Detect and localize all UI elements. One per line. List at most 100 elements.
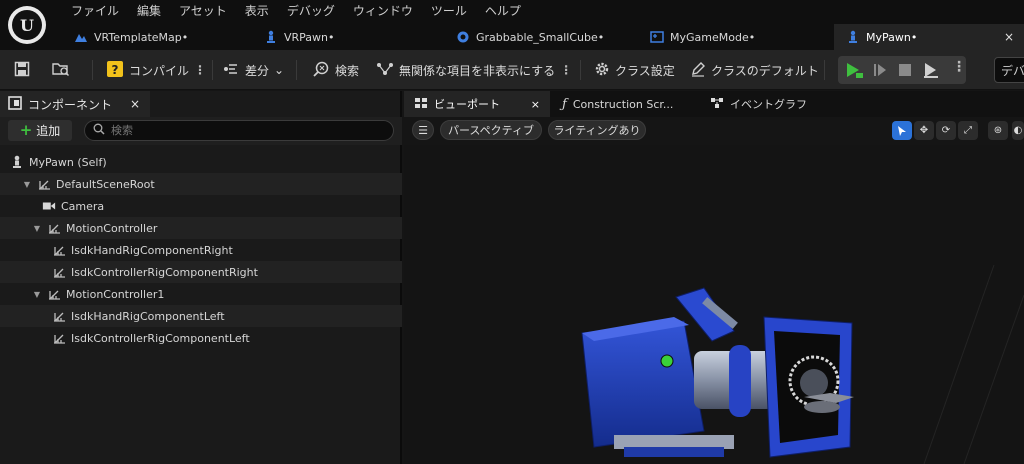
close-tab-icon[interactable]: × [531,98,540,111]
doc-tab-grabbable-smallcube[interactable]: Grabbable_SmallCube• [444,24,634,50]
tree-item-motioncontroller1[interactable]: ▼ MotionController1 [0,283,402,305]
tree-item-label: DefaultSceneRoot [56,177,155,191]
scene-component-icon [52,331,66,345]
scene-component-icon [37,177,51,191]
viewport-menu-button[interactable]: ☰ [412,120,434,140]
tree-item-defaultsceneroot[interactable]: ▼ DefaultSceneRoot [0,173,402,195]
surface-snap-icon[interactable]: ◐ [1012,121,1024,140]
menu-help[interactable]: ヘルプ [476,2,530,22]
scene-component-icon [47,287,61,301]
tree-item-isdkcontrollerrigright[interactable]: IsdkControllerRigComponentRight [0,261,402,283]
tree-item-label: IsdkControllerRigComponentLeft [71,331,250,345]
hide-unrelated-icon [376,61,394,80]
class-defaults-button[interactable]: クラスのデフォルト [690,58,819,82]
components-tab[interactable]: コンポーネント × [0,91,150,117]
rotate-icon[interactable]: ⟳ [936,121,956,140]
add-component-button[interactable]: + 追加 [8,120,72,141]
hide-unrelated-options-icon[interactable]: ⋮ [560,63,572,77]
scale-icon[interactable]: ⤢ [958,121,978,140]
tree-item-motioncontroller[interactable]: ▼ MotionController [0,217,402,239]
menu-window[interactable]: ウィンドウ [344,2,422,22]
components-search-input[interactable] [111,124,371,137]
components-panel: コンポーネント × + 追加 MyPawn (Self) ▼ DefaultSc… [0,91,402,464]
select-mode-icon[interactable] [892,121,912,140]
tab-viewport[interactable]: ビューポート × [404,91,550,117]
doc-tab-vrpawn[interactable]: VRPawn• [252,24,442,50]
find-button[interactable]: 検索 [312,58,359,82]
play-controls: ⋮ [838,56,966,84]
hamburger-menu-icon: ☰ [418,123,428,137]
save-icon [14,61,30,80]
pawn-icon [846,30,860,44]
debug-object-dropdown[interactable]: デバ [994,57,1024,83]
viewport-options-bar: ☰ パースペクティブ ライティングあり ✥ ⟳ ⤢ ⊛ ◐ [404,117,1024,145]
gamemode-icon [650,30,664,44]
scene-component-icon [52,309,66,323]
pawn-icon [264,30,278,44]
doc-tab-mypawn[interactable]: MyPawn• × [834,24,1024,50]
tree-item-isdkhandrigleft[interactable]: IsdkHandRigComponentLeft [0,305,402,327]
menu-tools[interactable]: ツール [422,2,476,22]
tree-item-label: Camera [61,199,105,213]
diff-icon [222,61,240,80]
hide-unrelated-button[interactable]: 無関係な項目を非表示にする ⋮ [376,58,572,82]
diff-button[interactable]: 差分 ⌄ [222,58,284,82]
menu-edit[interactable]: 編集 [128,2,170,22]
doc-tab-mygamemode[interactable]: MyGameMode• [638,24,828,50]
expand-caret-icon[interactable]: ▼ [32,290,42,299]
doc-tab-label: VRPawn• [284,30,335,44]
tab-construction-script[interactable]: ƒ Construction Scr... [552,91,702,117]
viewport-scene[interactable] [404,145,1024,464]
play-icon[interactable] [844,61,864,82]
pawn-icon [10,155,24,169]
tree-item-camera[interactable]: Camera [0,195,402,217]
pencil-icon [690,61,706,80]
stop-icon[interactable] [898,63,912,80]
tree-item-isdkcontrollerrigleft[interactable]: IsdkControllerRigComponentLeft [0,327,402,349]
doc-tab-label: Grabbable_SmallCube• [476,30,605,44]
toolbar-divider [580,60,581,80]
viewport-icon [414,97,428,112]
world-local-icon[interactable]: ⊛ [988,121,1008,140]
tree-item-label: IsdkControllerRigComponentRight [71,265,258,279]
play-options-icon[interactable]: ⋮ [952,59,966,75]
tree-item-mypawn-self[interactable]: MyPawn (Self) [0,151,402,173]
expand-caret-icon[interactable]: ▼ [32,224,42,233]
tree-item-label: MyPawn (Self) [29,155,107,169]
viewport-panel: ビューポート × ƒ Construction Scr... イベントグラフ ☰… [404,91,1024,464]
compile-button[interactable]: ? コンパイル ⋮ [106,58,206,82]
translate-icon[interactable]: ✥ [914,121,934,140]
eject-play-icon[interactable] [922,61,940,82]
tree-item-label: IsdkHandRigComponentRight [71,243,233,257]
compile-options-icon[interactable]: ⋮ [194,63,206,77]
compile-status-icon: ? [106,60,124,81]
components-search[interactable] [84,120,394,141]
level-icon [74,30,88,44]
step-icon[interactable] [872,62,888,81]
toolbar-divider [824,60,825,80]
tab-label: Construction Scr... [572,97,674,111]
doc-tab-vrtemplatemap[interactable]: VRTemplateMap• [62,24,252,50]
class-settings-button[interactable]: クラス設定 [594,58,675,82]
lighting-mode-button[interactable]: ライティングあり [548,120,646,140]
tree-item-isdkhandrigright[interactable]: IsdkHandRigComponentRight [0,239,402,261]
browse-button[interactable] [52,58,70,82]
close-panel-icon[interactable]: × [130,97,140,111]
tree-item-label: IsdkHandRigComponentLeft [71,309,225,323]
menu-view[interactable]: 表示 [236,2,278,22]
menu-file[interactable]: ファイル [62,2,128,22]
unreal-logo-icon[interactable]: U [8,6,46,44]
menu-asset[interactable]: アセット [170,2,236,22]
close-tab-icon[interactable]: × [1004,30,1014,44]
add-label: 追加 [36,124,61,138]
expand-caret-icon[interactable]: ▼ [22,180,32,189]
perspective-label: パースペクティブ [447,124,535,137]
tab-event-graph[interactable]: イベントグラフ [700,91,840,117]
camera-mesh-preview [581,264,1024,464]
perspective-button[interactable]: パースペクティブ [440,120,542,140]
gear-icon [594,61,610,80]
save-button[interactable] [14,58,30,82]
search-icon [93,123,105,138]
doc-tab-label: MyGameMode• [670,30,756,44]
menu-debug[interactable]: デバッグ [278,2,344,22]
